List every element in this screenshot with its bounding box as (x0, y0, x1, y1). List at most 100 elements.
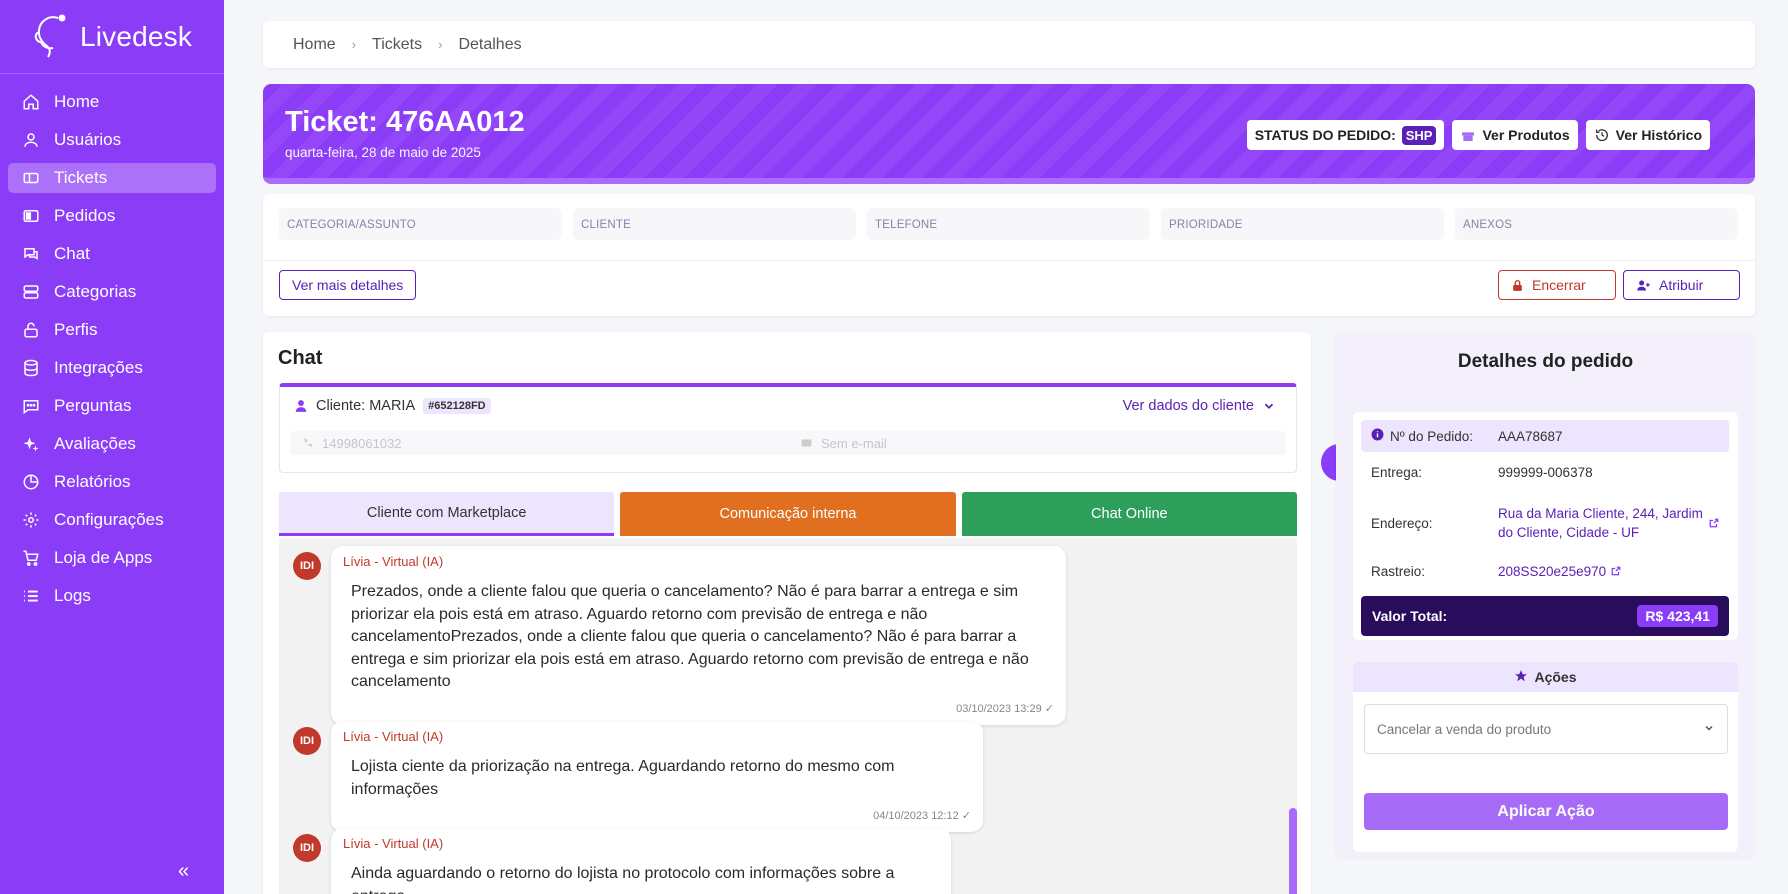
order-details-panel: Detalhes do pedido Nº do Pedido: AAA7868… (1336, 332, 1755, 857)
mail-icon (800, 437, 813, 449)
sidebar-item-relatorios[interactable]: Relatórios (8, 467, 216, 497)
field-prioridade: PRIORIDADE (1161, 208, 1444, 240)
chevron-down-icon (1703, 722, 1715, 737)
chat-icon (22, 245, 40, 263)
field-anexos: ANEXOS (1455, 208, 1738, 240)
sidebar-item-configuracoes[interactable]: Configurações (8, 505, 216, 535)
address-row: Endereço: Rua da Maria Cliente, 244, Jar… (1361, 498, 1729, 548)
tracking-link-wrap[interactable]: 208SS20e25e970 (1498, 564, 1729, 579)
ver-dados-label: Ver dados do cliente (1122, 398, 1254, 414)
sidebar-item-label: Configurações (54, 510, 164, 529)
breadcrumb-separator: › (438, 37, 443, 52)
message-text: Ainda aguardando o retorno do lojista no… (351, 865, 895, 894)
sidebar-item-label: Integrações (54, 358, 143, 377)
gift-icon (1460, 127, 1476, 143)
client-code-badge: #652128FD (423, 398, 491, 414)
breadcrumb-home[interactable]: Home (293, 36, 336, 54)
sidebar-nav: Home Usuários Tickets Pedidos Chat Categ… (0, 74, 224, 611)
list-icon (22, 587, 40, 605)
breadcrumb-current: Detalhes (458, 35, 522, 53)
message-bubble: Lívia - Virtual (IA) Lojista ciente da p… (331, 721, 983, 832)
page-title: Ticket: 476AA012 (285, 106, 525, 138)
ver-mais-detalhes-button[interactable]: Ver mais detalhes (279, 270, 417, 300)
sidebar-item-home[interactable]: Home (8, 87, 216, 117)
atribuir-button[interactable]: Atribuir (1623, 270, 1740, 300)
sidebar-item-logs[interactable]: Logs (8, 581, 216, 611)
history-icon (1594, 127, 1610, 143)
collapse-sidebar-button[interactable]: « (178, 860, 189, 883)
breadcrumb: Home › Tickets › Detalhes (263, 21, 1755, 68)
breadcrumb-tickets[interactable]: Tickets (372, 36, 422, 54)
order-title: Detalhes do pedido (1457, 351, 1634, 372)
ver-dados-cliente-button[interactable]: Ver dados do cliente (1123, 398, 1276, 414)
sidebar-item-loja-de-apps[interactable]: Loja de Apps (8, 543, 216, 573)
header-actions: STATUS DO PEDIDO: SHP Ver Produtos Ver H… (1246, 120, 1710, 150)
sidebar-item-label: Loja de Apps (54, 548, 153, 567)
user-icon (22, 131, 40, 149)
sparkle-icon (22, 435, 40, 453)
delivery-key: Entrega: (1371, 464, 1423, 480)
order-number-value: AAA78687 (1498, 428, 1563, 444)
action-select[interactable]: Cancelar a venda do produto (1364, 704, 1728, 754)
lock-icon (1511, 279, 1524, 292)
encerrar-label: Encerrar (1532, 277, 1586, 293)
sidebar-item-categorias[interactable]: Categorias (8, 277, 216, 307)
ticket-fields: CATEGORIA/ASSUNTO CLIENTE TELEFONE PRIOR… (279, 208, 1738, 240)
star-icon (1514, 669, 1528, 686)
chevron-down-icon (1262, 399, 1276, 413)
ver-produtos-button[interactable]: Ver Produtos (1452, 120, 1578, 150)
tab-chat-online[interactable]: Chat Online (961, 492, 1297, 536)
sidebar-item-tickets[interactable]: Tickets (8, 163, 216, 193)
sidebar-item-label: Home (54, 92, 100, 111)
client-email-value: Sem e-mail (821, 435, 887, 451)
message: IDI Lívia - Virtual (IA) Prezados, onde … (293, 546, 1066, 725)
message-text: Lojista ciente da priorização na entrega… (351, 758, 895, 798)
database-icon (22, 359, 40, 377)
tracking-link[interactable]: 208SS20e25e970 (1498, 564, 1606, 579)
tab-cliente-marketplace[interactable]: Cliente com Marketplace (279, 492, 615, 536)
order-number-key: Nº do Pedido: (1390, 428, 1473, 444)
sidebar-item-label: Usuários (54, 130, 122, 149)
delivery-row: Entrega: 999999-006378 (1361, 456, 1729, 488)
client-phone: 14998061032 (290, 436, 788, 451)
gear-icon (22, 511, 40, 529)
logo[interactable]: Livedesk (0, 0, 224, 74)
sidebar-item-label: Perfis (54, 320, 98, 339)
ticket-info-card: CATEGORIA/ASSUNTO CLIENTE TELEFONE PRIOR… (263, 194, 1755, 316)
sidebar-item-integracoes[interactable]: Integrações (8, 353, 216, 383)
encerrar-button[interactable]: Encerrar (1498, 270, 1616, 300)
lock-icon (22, 321, 40, 339)
chat-scrollbar[interactable] (1289, 808, 1297, 894)
home-icon (22, 93, 40, 111)
sidebar-item-label: Pedidos (54, 206, 116, 225)
ver-historico-button[interactable]: Ver Histórico (1585, 120, 1710, 150)
field-telefone: TELEFONE (867, 208, 1150, 240)
message: IDI Lívia - Virtual (IA) Ainda aguardand… (293, 828, 951, 894)
address-key: Endereço: (1371, 515, 1433, 531)
questions-icon (22, 397, 40, 415)
user-icon (294, 399, 308, 413)
message: IDI Lívia - Virtual (IA) Lojista ciente … (293, 721, 983, 832)
chat-title: Chat (278, 347, 323, 369)
address-link-wrap[interactable]: Rua da Maria Cliente, 244, Jardim do Cli… (1498, 504, 1729, 542)
ticket-date: quarta-feira, 28 de maio de 2025 (285, 145, 481, 160)
sidebar-item-perfis[interactable]: Perfis (8, 315, 216, 345)
sidebar-item-chat[interactable]: Chat (8, 239, 216, 269)
sidebar-item-perguntas[interactable]: Perguntas (8, 391, 216, 421)
client-line: Cliente: MARIA #652128FD (294, 398, 491, 414)
delivery-value: 999999-006378 (1498, 464, 1593, 480)
sidebar-item-usuarios[interactable]: Usuários (8, 125, 216, 155)
sidebar-item-pedidos[interactable]: Pedidos (8, 201, 216, 231)
tab-comunicacao-interna[interactable]: Comunicação interna (620, 492, 956, 536)
action-select-value: Cancelar a venda do produto (1377, 721, 1552, 737)
client-email: Sem e-mail (788, 436, 1286, 451)
total-value: R$ 423,41 (1637, 605, 1718, 627)
message-bubble: Lívia - Virtual (IA) Prezados, onde a cl… (331, 546, 1066, 725)
sidebar-item-avaliacoes[interactable]: Avaliações (8, 429, 216, 459)
client-name: Cliente: MARIA (316, 398, 416, 414)
message-list[interactable]: IDI Lívia - Virtual (IA) Prezados, onde … (279, 538, 1297, 894)
address-link[interactable]: Rua da Maria Cliente, 244, Jardim do Cli… (1498, 504, 1703, 542)
actions-title: Ações (1534, 669, 1577, 685)
message-sender: Lívia - Virtual (IA) (343, 836, 444, 851)
apply-action-button[interactable]: Aplicar Ação (1364, 793, 1728, 830)
